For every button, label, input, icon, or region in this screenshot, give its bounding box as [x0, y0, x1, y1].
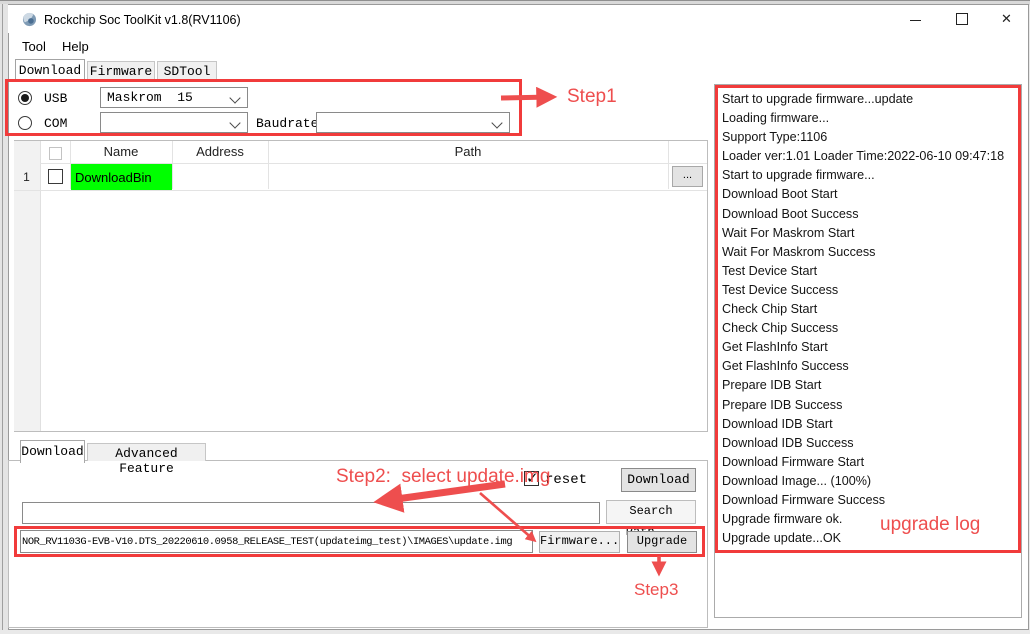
baudrate-select[interactable]	[316, 112, 510, 133]
step3-label: Step3	[634, 580, 678, 600]
column-header-path: Path	[268, 144, 668, 159]
window-title: Rockchip Soc ToolKit v1.8(RV1106)	[44, 13, 241, 27]
tab-lower-download[interactable]: Download	[20, 440, 85, 463]
minimize-button[interactable]	[893, 5, 938, 33]
column-header-name: Name	[70, 144, 172, 159]
device-mode-select[interactable]: Maskrom 15	[100, 87, 248, 108]
chevron-down-icon	[229, 117, 240, 128]
log-line: Loading firmware...	[722, 109, 1018, 128]
row-number: 1	[14, 170, 39, 184]
upgrade-log-label: upgrade log	[880, 514, 980, 536]
log-line: Test Device Start	[722, 262, 1018, 281]
download-button[interactable]: Download	[621, 468, 696, 492]
firmware-path-input[interactable]	[20, 530, 533, 553]
device-mode-value: Maskrom 15	[107, 90, 193, 105]
upgrade-button[interactable]: Upgrade	[627, 531, 697, 553]
log-line: Download Boot Start	[722, 185, 1018, 204]
usb-radio-label: USB	[44, 91, 67, 106]
log-line: Prepare IDB Success	[722, 396, 1018, 415]
table-cell-name[interactable]: DownloadBin	[71, 164, 172, 190]
log-lines: Start to upgrade firmware...updateLoadin…	[722, 90, 1018, 548]
column-header-address: Address	[172, 144, 268, 159]
com-radio-label: COM	[44, 116, 67, 131]
log-line: Start to upgrade firmware...	[722, 166, 1018, 185]
log-line: Wait For Maskrom Success	[722, 243, 1018, 262]
tab-firmware[interactable]: Firmware	[87, 61, 155, 81]
log-line: Check Chip Start	[722, 300, 1018, 319]
menu-tool[interactable]: Tool	[22, 39, 46, 54]
log-line: Download Boot Success	[722, 205, 1018, 224]
background-window-edge-line	[2, 4, 3, 630]
log-line: Check Chip Success	[722, 319, 1018, 338]
com-radio[interactable]	[18, 116, 32, 130]
chevron-down-icon	[491, 117, 502, 128]
file-table-row-gutter	[14, 141, 41, 431]
usb-radio[interactable]	[18, 91, 32, 105]
log-line: Get FlashInfo Success	[722, 357, 1018, 376]
app-icon	[22, 12, 37, 27]
search-path-button[interactable]: Search Path...	[606, 500, 696, 524]
log-line: Prepare IDB Start	[722, 376, 1018, 395]
log-line: Download IDB Success	[722, 434, 1018, 453]
row-checkbox[interactable]	[48, 169, 63, 184]
log-line: Test Device Success	[722, 281, 1018, 300]
search-path-input[interactable]	[22, 502, 600, 524]
log-line: Get FlashInfo Start	[722, 338, 1018, 357]
com-port-select[interactable]	[100, 112, 248, 133]
tab-advanced-feature[interactable]: Advanced Feature	[87, 443, 206, 461]
chevron-down-icon	[229, 92, 240, 103]
step1-label: Step1	[567, 86, 617, 108]
step2-label: Step2: select update.img	[336, 466, 550, 488]
select-all-checkbox[interactable]	[49, 147, 62, 160]
tab-download[interactable]: Download	[15, 59, 85, 81]
browse-path-button[interactable]: ...	[672, 166, 703, 187]
maximize-button[interactable]	[939, 5, 984, 33]
menu-help[interactable]: Help	[62, 39, 89, 54]
log-line: Support Type:1106	[722, 128, 1018, 147]
log-line: Start to upgrade firmware...update	[722, 90, 1018, 109]
log-line: Download IDB Start	[722, 415, 1018, 434]
log-line: Download Firmware Success	[722, 491, 1018, 510]
log-line: Loader ver:1.01 Loader Time:2022-06-10 0…	[722, 147, 1018, 166]
reset-checkbox-label: reset	[545, 472, 587, 488]
log-line: Download Image... (100%)	[722, 472, 1018, 491]
close-button[interactable]: ✕	[984, 5, 1029, 33]
log-line: Wait For Maskrom Start	[722, 224, 1018, 243]
firmware-button[interactable]: Firmware...	[539, 531, 620, 553]
log-line: Download Firmware Start	[722, 453, 1018, 472]
tab-sdtool[interactable]: SDTool	[157, 61, 217, 81]
